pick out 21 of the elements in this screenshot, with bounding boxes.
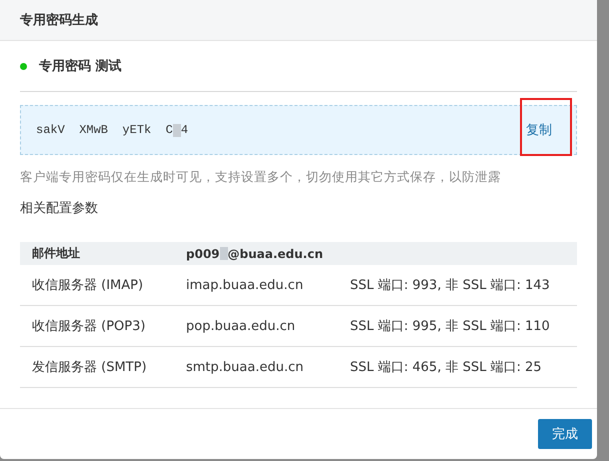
table-cell: SSL 端口: 465, 非 SSL 端口: 25 <box>338 346 577 388</box>
redaction-block <box>172 124 181 136</box>
table-cell: 收信服务器 (POP3) <box>20 306 174 346</box>
table-header-cell: 邮件地址 <box>20 242 174 265</box>
table-cell: SSL 端口: 993, 非 SSL 端口: 143 <box>338 265 577 306</box>
table-header-cell: p009 @buaa.edu.cn <box>174 242 577 265</box>
dialog-title: 专用密码生成 <box>20 12 98 29</box>
table-cell: 发信服务器 (SMTP) <box>20 346 174 388</box>
password-text: sakV XMwB yETk C <box>36 123 173 137</box>
copy-link[interactable]: 复制 <box>522 113 556 147</box>
password-text: 4 <box>180 123 188 137</box>
table-cell: 收信服务器 (IMAP) <box>20 265 174 306</box>
password-name: 专用密码 测试 <box>39 58 122 75</box>
hint-text: 客户端专用密码仅在生成时可见，支持设置多个，切勿使用其它方式保存，以防泄露 <box>20 169 502 186</box>
table-cell: pop.buaa.edu.cn <box>174 306 338 346</box>
done-button[interactable]: 完成 <box>538 419 592 449</box>
table-cell: smtp.buaa.edu.cn <box>174 346 338 388</box>
table-cell: SSL 端口: 995, 非 SSL 端口: 110 <box>338 306 577 346</box>
table-cell: imap.buaa.edu.cn <box>174 265 338 306</box>
redaction-block <box>220 247 228 260</box>
section-title: 相关配置参数 <box>20 200 99 217</box>
